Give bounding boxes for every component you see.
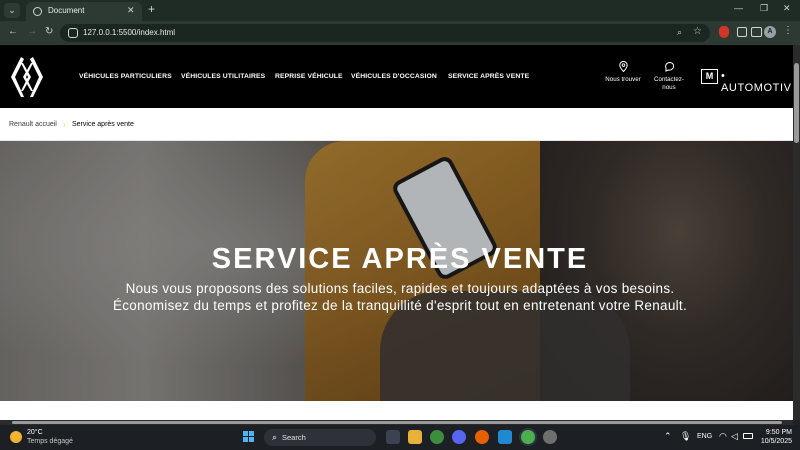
chrome-active-icon[interactable] [521,430,535,444]
vertical-scrollbar[interactable] [793,45,800,420]
minimize-icon[interactable]: — [734,3,743,13]
weather-temperature[interactable]: 20°C [27,429,43,436]
profile-avatar[interactable]: A [764,26,776,38]
page-viewport: VÉHICULES PARTICULIERS VÉHICULES UTILITA… [0,45,793,420]
side-panel-icon[interactable] [751,27,762,37]
clock-date[interactable]: 10/5/2025 [756,438,792,445]
wifi-icon[interactable]: ◠ [719,431,727,442]
breadcrumb-home-link[interactable]: Renault accueil [9,121,57,128]
tab-search-chevron-icon[interactable]: ⌄ [4,3,20,18]
breadcrumb: Renault accueil › Service après vente [0,108,793,141]
brand-badge[interactable]: M [701,69,718,84]
hero-banner: SERVICE APRÈS VENTE Nous vous proposons … [0,141,793,401]
site-info-icon[interactable] [68,28,78,38]
tray-overflow-icon[interactable]: ⌃ [664,431,672,442]
search-icon: ⌕ [272,432,278,442]
hero-title: SERVICE APRÈS VENTE [211,243,589,275]
location-pin-icon [618,61,628,72]
brand-name[interactable]: • AUTOMOTIV [721,70,793,94]
start-windows-icon[interactable] [243,431,255,443]
vscode-icon[interactable] [498,430,512,444]
file-explorer-icon[interactable] [408,430,422,444]
taskbar-search[interactable]: ⌕ Search [264,429,376,446]
zoom-icon[interactable]: ⌕ [677,27,682,38]
nav-vehicules-occasion[interactable]: VÉHICULES D'OCCASION [351,73,437,80]
task-view-icon[interactable] [386,430,400,444]
contact-label-line2: nous [662,84,676,91]
find-us-label: Nous trouver [605,76,641,83]
breadcrumb-current: Service après vente [72,121,134,128]
contact-chat-icon [664,61,674,72]
restore-icon[interactable]: ❐ [760,3,768,14]
find-us-link[interactable]: Nous trouver [598,61,648,84]
tab-title: Document [48,6,85,15]
github-icon[interactable] [543,430,557,444]
hero-subtitle-line1: Nous vous proposons des solutions facile… [125,281,675,296]
extensions-puzzle-icon[interactable] [737,27,747,37]
battery-icon[interactable] [743,433,753,439]
back-icon[interactable]: ← [8,26,18,38]
clock-time[interactable]: 9:50 PM [762,429,792,436]
new-tab-icon[interactable]: + [148,3,155,16]
browser-tab[interactable]: Document ✕ [26,2,142,21]
search-label: Search [282,433,306,442]
firefox-icon[interactable] [475,430,489,444]
contact-label-line1: Contactez- [654,76,684,83]
close-icon[interactable]: ✕ [127,5,135,16]
nav-vehicules-particuliers[interactable]: VÉHICULES PARTICULIERS [79,73,172,80]
window-close-icon[interactable]: ✕ [783,3,791,14]
browser-tab-bar: ⌄ Document ✕ + — ❐ ✕ [0,0,800,21]
volume-icon[interactable]: ◁ [731,431,738,442]
horizontal-scrollbar-thumb[interactable] [12,421,782,424]
microphone-icon[interactable]: 🎙 [680,431,691,442]
vertical-scrollbar-thumb[interactable] [794,63,799,143]
browser-menu-icon[interactable]: ⋮ [783,25,793,36]
globe-icon [33,7,42,16]
nav-service-apres-vente[interactable]: SERVICE APRÈS VENTE [448,73,529,80]
extension-icon[interactable] [719,26,729,38]
content-area [0,401,793,420]
nav-vehicules-utilitaires[interactable]: VÉHICULES UTILITAIRES [181,73,265,80]
weather-moon-icon[interactable] [10,431,22,443]
forward-icon[interactable]: → [27,26,37,38]
nav-reprise-vehicule[interactable]: REPRISE VÉHICULE [275,73,343,80]
taskbar: 20°C Temps dégagé ⌕ Search ⌃ 🎙 ENG ◠ ◁ 9… [0,425,800,450]
bookmark-star-icon[interactable]: ☆ [693,26,702,37]
url-text[interactable]: 127.0.0.1:5500/index.html [83,28,175,37]
language-indicator[interactable]: ENG [697,433,712,440]
renault-logo-icon[interactable] [9,55,45,99]
address-bar[interactable]: 127.0.0.1:5500/index.html ⌕ ☆ [60,24,710,42]
weather-description[interactable]: Temps dégagé [27,438,73,445]
hero-subtitle-line2: Économisez du temps et profitez de la tr… [112,298,688,313]
contact-us-link[interactable]: Contactez- nous [644,61,694,92]
reload-icon[interactable]: ↻ [45,26,53,38]
browser-toolbar: ← → ↻ 127.0.0.1:5500/index.html ⌕ ☆ [0,21,800,45]
chrome-icon[interactable] [430,430,444,444]
site-header: VÉHICULES PARTICULIERS VÉHICULES UTILITA… [0,45,793,108]
discord-icon[interactable] [452,430,466,444]
breadcrumb-separator-icon: › [63,120,66,129]
